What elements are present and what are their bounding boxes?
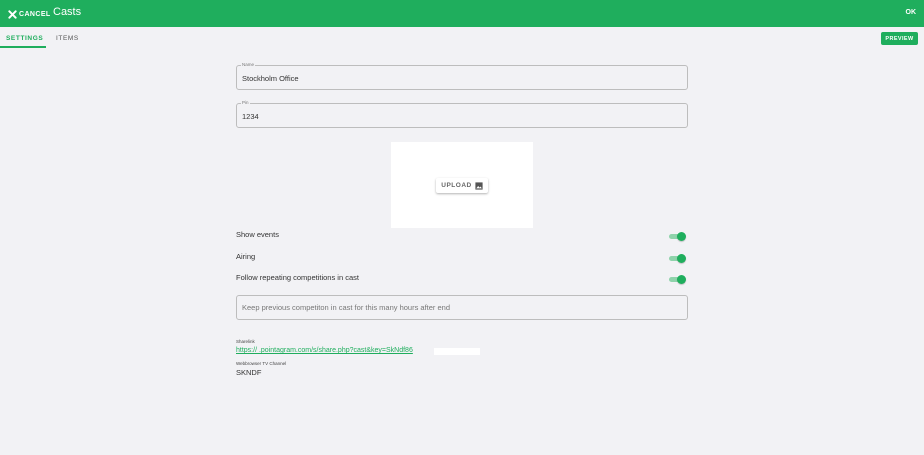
close-icon: [8, 9, 17, 19]
airing-label: Airing: [236, 252, 256, 261]
preview-button[interactable]: PREVIEW: [881, 32, 918, 45]
webbrowser-channel-label: Webbrowser TV Channel: [236, 361, 287, 366]
redaction-mask: [434, 348, 480, 355]
pin-field-label: Pin: [241, 100, 250, 105]
keep-hours-input[interactable]: [236, 295, 688, 320]
tab-settings[interactable]: SETTINGS: [6, 35, 43, 42]
follow-repeating-label: Follow repeating competitions in cast: [236, 273, 359, 282]
show-events-toggle[interactable]: [669, 232, 686, 242]
webbrowser-channel-value: SKNDF: [236, 368, 262, 377]
airing-toggle[interactable]: [669, 254, 686, 264]
upload-button[interactable]: UPLOAD: [436, 178, 488, 193]
toggle-thumb: [677, 232, 686, 241]
show-events-label: Show events: [236, 230, 279, 239]
active-tab-indicator: [0, 46, 46, 48]
pin-field[interactable]: Pin 1234: [236, 100, 688, 128]
name-field-value[interactable]: Stockholm Office: [242, 74, 299, 83]
ok-button[interactable]: OK: [906, 9, 917, 16]
top-app-bar: CANCEL Casts OK: [0, 0, 924, 27]
tab-bar: SETTINGS ITEMS: [0, 27, 924, 49]
tab-items[interactable]: ITEMS: [56, 35, 79, 42]
follow-repeating-toggle[interactable]: [669, 275, 686, 285]
upload-label: UPLOAD: [441, 182, 472, 189]
image-icon: [475, 181, 483, 190]
cancel-button[interactable]: CANCEL: [8, 8, 51, 20]
name-field-label: Name: [241, 62, 256, 67]
cancel-label: CANCEL: [19, 10, 51, 18]
sharelink-url[interactable]: https:// .pointagram.com/s/share.php?cas…: [236, 347, 413, 354]
sharelink-label: Sharelink: [236, 339, 255, 344]
name-field[interactable]: Name Stockholm Office: [236, 62, 688, 90]
page-title: Casts: [53, 6, 82, 18]
toggle-thumb: [677, 254, 686, 263]
toggle-thumb: [677, 275, 686, 284]
pin-field-value[interactable]: 1234: [242, 112, 259, 121]
